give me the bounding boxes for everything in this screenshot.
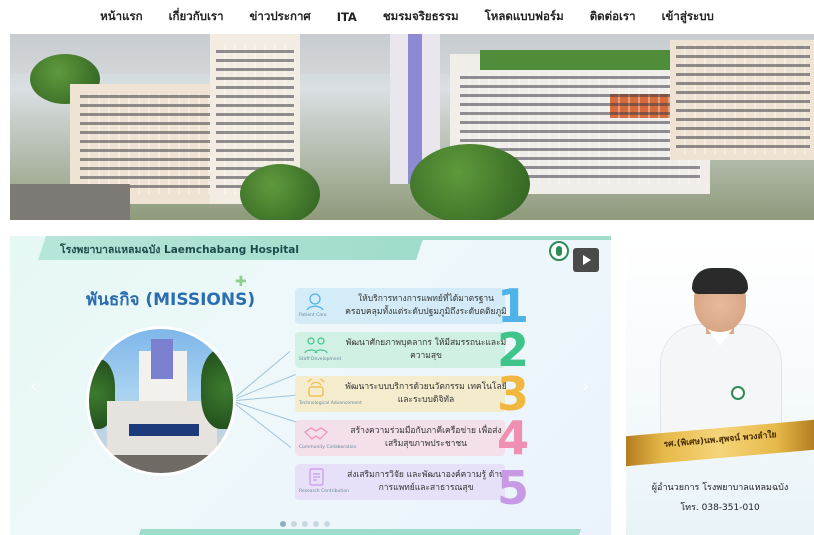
technology-icon: [307, 379, 325, 397]
slide-dot-1[interactable]: [280, 521, 286, 527]
mission-text-1: ให้บริการทางการแพทย์ที่ได้มาตรฐาน ครอบคล…: [345, 294, 507, 317]
mission-slideshow[interactable]: โรงพยาบาลแหลมฉบัง Laemchabang Hospital พ…: [10, 236, 611, 535]
research-icon: [309, 468, 324, 486]
mission-text-2: พัฒนาศักยภาพบุคลากร ให้มีสมรรถนะและมีควา…: [345, 338, 507, 361]
director-hair: [692, 268, 748, 294]
director-title: ผู้อำนวยการ โรงพยาบาลแหลมฉบัง: [651, 483, 789, 493]
mission-text-4: สร้างความร่วมมือกับภาคีเครือข่าย เพื่อส่…: [350, 426, 502, 449]
slide-hospital-title: โรงพยาบาลแหลมฉบัง Laemchabang Hospital: [60, 244, 299, 256]
mission-text-3: พัฒนาระบบบริการด้วยนวัตกรรม เทคโนโลยี แล…: [345, 382, 507, 405]
hero-banner-image: [10, 34, 814, 220]
mission-item-3: Technological Advancement พัฒนาระบบบริกา…: [295, 376, 507, 412]
photo-ground: [89, 455, 233, 473]
staff-development-icon: [304, 337, 328, 354]
main-nav: หน้าแรก เกี่ยวกับเรา ข่าวประกาศ ITA ชมรม…: [0, 0, 814, 34]
photo-tree-right: [201, 349, 233, 429]
hero-green-roof: [480, 50, 680, 70]
hero-road: [10, 184, 130, 220]
slide-dot-3[interactable]: [302, 521, 308, 527]
director-card: รศ.(พิเศษ)นพ.สุพจน์ พวงลำใย ผู้อำนวยการ …: [626, 236, 814, 535]
slide-dot-4[interactable]: [313, 521, 319, 527]
slide-bottom-band: [138, 529, 582, 535]
handshake-icon: [304, 427, 328, 440]
mission-number-4: 4: [497, 411, 530, 465]
hospital-building-photo: [86, 326, 236, 476]
mission-item-5: Research Contribution ส่งเสริมการวิจัย แ…: [295, 464, 505, 500]
nav-home[interactable]: หน้าแรก: [87, 8, 155, 26]
slide-dot-5[interactable]: [324, 521, 330, 527]
mission-item-2: Staff Development พัฒนาศักยภาพบุคลากร ให…: [295, 332, 506, 368]
slide-next-arrow-icon[interactable]: ›: [582, 376, 589, 397]
mission-caption-1: Patient Care: [299, 313, 327, 318]
slide-top-band-right: [406, 236, 611, 240]
nav-contact[interactable]: ติดต่อเรา: [577, 8, 649, 26]
slide-dot-2[interactable]: [291, 521, 297, 527]
hero-building-far-right-windows: [676, 44, 810, 154]
nav-ethics-club[interactable]: ชมรมจริยธรรม: [370, 8, 472, 26]
play-icon[interactable]: [573, 248, 599, 272]
slide-pagination: [280, 521, 330, 527]
ministry-logo-icon: [549, 241, 569, 261]
slide-prev-arrow-icon[interactable]: ‹: [30, 376, 37, 397]
connector-line-3: [236, 394, 296, 401]
mission-number-5: 5: [497, 461, 530, 515]
mission-item-1: Patient Care ให้บริการทางการแพทย์ที่ได้ม…: [295, 288, 507, 324]
photo-hospital-sign: [129, 424, 199, 436]
patient-care-icon: [306, 293, 324, 311]
director-phone: โทร. 038-351-010: [680, 503, 760, 513]
nav-login[interactable]: เข้าสู่ระบบ: [649, 8, 727, 26]
nav-download-forms[interactable]: โหลดแบบฟอร์ม: [472, 8, 577, 26]
photo-building-accent: [151, 339, 173, 379]
missions-heading: พันธกิจ (MISSIONS): [86, 290, 256, 310]
nav-news[interactable]: ข่าวประกาศ: [237, 8, 324, 26]
mission-caption-2: Staff Development: [299, 357, 342, 362]
nav-about[interactable]: เกี่ยวกับเรา: [156, 8, 237, 26]
hero-tree-front: [410, 144, 530, 220]
hero-tree-front-2: [240, 164, 320, 220]
ministry-badge-icon: [731, 386, 745, 400]
mission-text-5: ส่งเสริมการวิจัย และพัฒนาองค์ความรู้ ด้า…: [347, 470, 505, 493]
sparkle-icon: ✚: [235, 274, 247, 290]
connector-line-1: [236, 351, 291, 397]
nav-ita[interactable]: ITA: [324, 10, 370, 24]
mission-item-4: Community Collaboration สร้างความร่วมมือ…: [295, 420, 505, 456]
